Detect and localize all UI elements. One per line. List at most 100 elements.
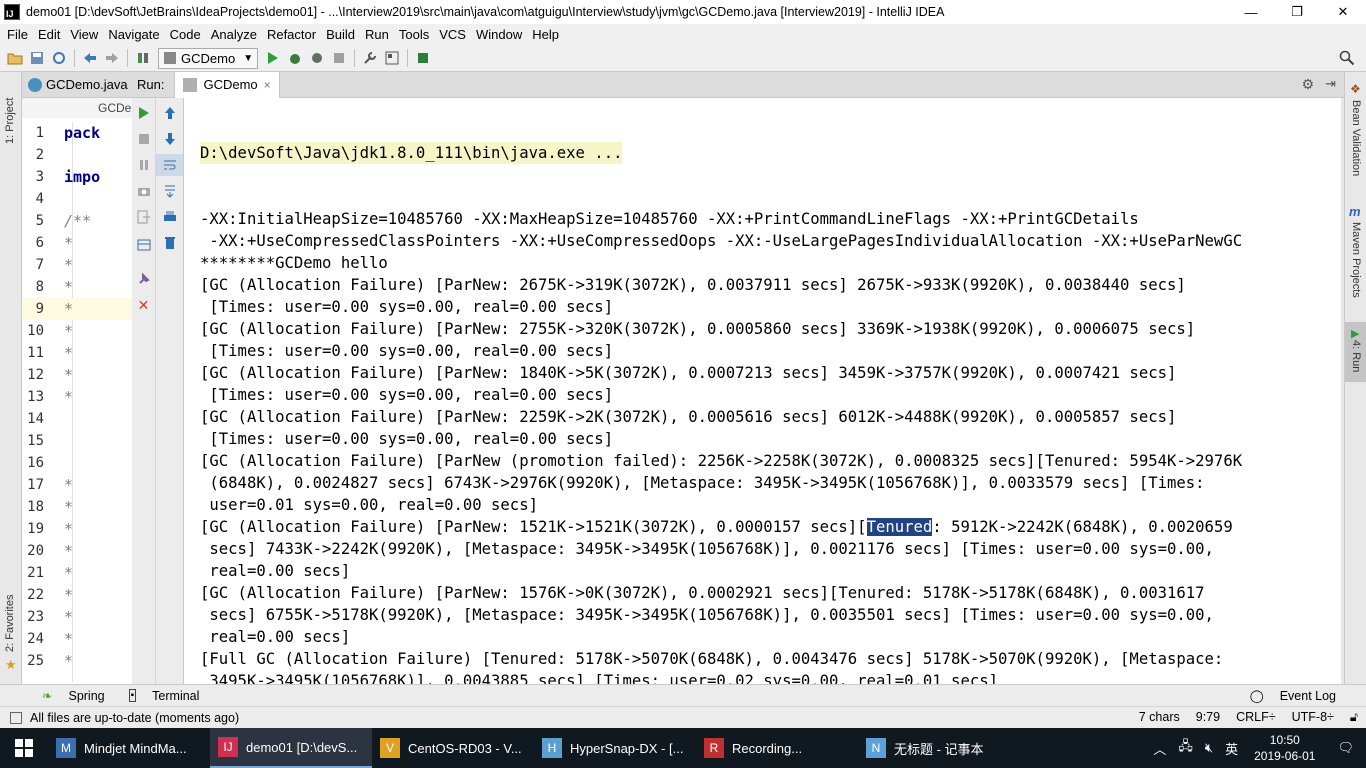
build-project-icon[interactable] — [132, 47, 154, 69]
editor-line[interactable]: 6 * — [22, 232, 132, 254]
favorites-tool-tab[interactable]: 2: Favorites — [4, 595, 16, 652]
close-icon[interactable]: ✕ — [132, 294, 155, 316]
notification-icon[interactable]: 🗨︎ — [1325, 740, 1366, 756]
taskbar-item[interactable]: N 无标题 - 记事本 — [858, 728, 1020, 768]
windows-start-icon[interactable] — [0, 728, 48, 768]
exit-icon[interactable] — [132, 206, 155, 228]
editor-line[interactable]: 25 * — [22, 650, 132, 672]
spring-tool-tab[interactable]: ❧ Spring — [30, 688, 105, 704]
sdk-icon[interactable] — [412, 47, 434, 69]
run-icon[interactable] — [262, 47, 284, 69]
menu-view[interactable]: View — [65, 27, 103, 42]
menu-build[interactable]: Build — [321, 27, 360, 42]
chevron-up-icon[interactable]: ︿ — [1147, 739, 1172, 758]
pause-icon[interactable] — [132, 154, 155, 176]
maven-projects-tool-tab[interactable]: Maven Projects — [1350, 222, 1362, 298]
run-tool-tab[interactable]: 4: Run — [1350, 340, 1362, 372]
file-encoding[interactable]: UTF-8÷ — [1292, 710, 1334, 725]
editor-line[interactable]: 16 — [22, 452, 132, 474]
taskbar-item[interactable]: IJ demo01 [D:\devS... — [210, 728, 372, 768]
save-icon[interactable] — [26, 47, 48, 69]
tool-window-toggle-icon[interactable] — [10, 711, 22, 724]
menu-run[interactable]: Run — [360, 27, 394, 42]
editor-line[interactable]: 1 pack — [22, 122, 132, 144]
project-tool-tab[interactable]: 1: Project — [4, 98, 16, 144]
editor-line[interactable]: 19 * — [22, 518, 132, 540]
trash-icon[interactable] — [156, 232, 183, 254]
editor-tab[interactable]: GCDemo.java — [22, 72, 132, 98]
breadcrumb[interactable]: GCDe — [22, 98, 132, 118]
taskbar-item[interactable]: R Recording... — [696, 728, 858, 768]
editor-line[interactable]: 14 — [22, 408, 132, 430]
taskbar-item[interactable]: H HyperSnap-DX - [... — [534, 728, 696, 768]
menu-file[interactable]: File — [2, 27, 33, 42]
up-arrow-icon[interactable] — [156, 102, 183, 124]
editor-line[interactable]: 11 * — [22, 342, 132, 364]
print-icon[interactable] — [156, 206, 183, 228]
editor-line[interactable]: 10 * — [22, 320, 132, 342]
pin-icon[interactable] — [132, 268, 155, 290]
editor-line[interactable]: 17 * — [22, 474, 132, 496]
gear-icon[interactable]: ⚙ — [1301, 76, 1314, 93]
editor-line[interactable]: 18 * — [22, 496, 132, 518]
lock-icon[interactable]: 🔓︎ — [1350, 710, 1358, 725]
menu-window[interactable]: Window — [471, 27, 527, 42]
menu-analyze[interactable]: Analyze — [206, 27, 262, 42]
input-method[interactable]: 英 — [1219, 739, 1244, 758]
open-folder-icon[interactable] — [4, 47, 26, 69]
menu-help[interactable]: Help — [527, 27, 564, 42]
editor-line[interactable]: 21 * — [22, 562, 132, 584]
search-everywhere-icon[interactable] — [1336, 47, 1358, 69]
event-log-tool-tab[interactable]: ◯ Event Log — [1238, 688, 1336, 704]
menu-code[interactable]: Code — [165, 27, 206, 42]
menu-navigate[interactable]: Navigate — [103, 27, 164, 42]
editor-line[interactable]: 2 — [22, 144, 132, 166]
hide-panel-icon[interactable]: ⇥ — [1325, 76, 1336, 92]
menu-edit[interactable]: Edit — [33, 27, 65, 42]
editor-line[interactable]: 24 * — [22, 628, 132, 650]
line-separator[interactable]: CRLF÷ — [1236, 710, 1276, 725]
editor-line[interactable]: 15 — [22, 430, 132, 452]
menu-refactor[interactable]: Refactor — [262, 27, 321, 42]
network-icon[interactable]: 🖧︎ — [1172, 737, 1199, 759]
minimize-button[interactable]: — — [1228, 0, 1274, 24]
coverage-icon[interactable] — [306, 47, 328, 69]
project-structure-icon[interactable] — [381, 47, 403, 69]
editor-line[interactable]: 5 /** — [22, 210, 132, 232]
sync-icon[interactable] — [48, 47, 70, 69]
console-output[interactable]: D:\devSoft\Java\jdk1.8.0_111\bin\java.ex… — [185, 98, 1341, 684]
editor-line[interactable]: 13 * — [22, 386, 132, 408]
maximize-button[interactable]: ❐ — [1274, 0, 1320, 24]
camera-icon[interactable] — [132, 180, 155, 202]
forward-arrow-icon[interactable] — [101, 47, 123, 69]
settings-wrench-icon[interactable] — [359, 47, 381, 69]
stop-icon[interactable] — [328, 47, 350, 69]
clock[interactable]: 10:50 2019-06-01 — [1244, 732, 1325, 764]
close-tab-icon[interactable]: × — [264, 78, 271, 92]
menu-vcs[interactable]: VCS — [434, 27, 471, 42]
close-button[interactable]: ✕ — [1320, 0, 1366, 24]
soft-wrap-icon[interactable] — [156, 154, 183, 176]
rerun-icon[interactable] — [132, 102, 155, 124]
layout-icon[interactable] — [132, 234, 155, 256]
scroll-to-end-icon[interactable] — [156, 180, 183, 202]
caret-position[interactable]: 9:79 — [1196, 710, 1220, 725]
editor-line[interactable]: 20 * — [22, 540, 132, 562]
menu-tools[interactable]: Tools — [394, 27, 434, 42]
editor-line[interactable]: 8 * — [22, 276, 132, 298]
editor-line[interactable]: 7 * — [22, 254, 132, 276]
terminal-tool-tab[interactable]: ▪ Terminal — [117, 689, 199, 703]
editor-line[interactable]: 23 * — [22, 606, 132, 628]
editor-line[interactable]: 22 * — [22, 584, 132, 606]
editor-line[interactable]: 4 — [22, 188, 132, 210]
bean-validation-tool-tab[interactable]: Bean Validation — [1350, 100, 1362, 176]
editor-line[interactable]: 12 * — [22, 364, 132, 386]
back-arrow-icon[interactable] — [79, 47, 101, 69]
volume-icon[interactable]: 🔇︎ — [1199, 740, 1219, 756]
editor-pane[interactable]: GCDemo.java GCDe 1 pack 2 3 impo 4 5/** 6 * 7 * 8… — [22, 72, 132, 684]
taskbar-item[interactable]: V CentOS-RD03 - V... — [372, 728, 534, 768]
stop-icon[interactable] — [132, 128, 155, 150]
run-tab-gcdemo[interactable]: GCDemo × — [174, 71, 280, 98]
taskbar-item[interactable]: M Mindjet MindMa... — [48, 728, 210, 768]
run-config-select[interactable]: GCDemo ▼ — [158, 47, 259, 69]
